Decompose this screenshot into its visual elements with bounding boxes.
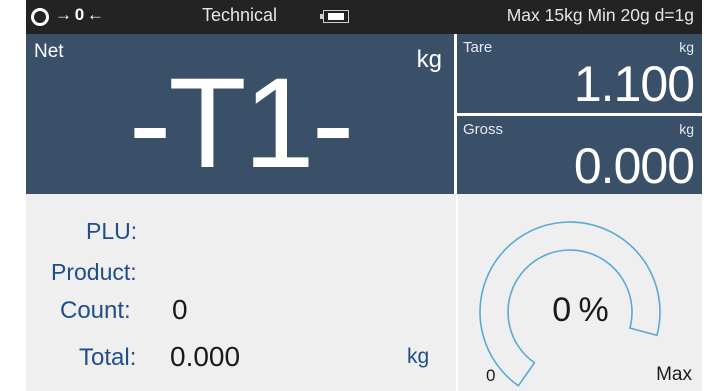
battery-icon [320,10,349,23]
total-label: Total: [79,344,137,371]
net-panel: Net kg -T1- [26,34,454,194]
gauge-percent: 0 % [552,291,609,329]
total-value: 0.000 [170,341,241,372]
zero-indicator: → 0 ← [55,5,104,24]
gauge-min-label: 0 [486,366,496,385]
count-value: 0 [172,294,188,325]
gauge-panel: 0 % 0 Max [458,194,702,391]
gross-unit: kg [679,121,694,137]
total-unit: kg [407,345,430,368]
gauge-max-label: Max [656,364,692,385]
tare-unit: kg [679,39,694,55]
capacity-info: Max 15kg Min 20g d=1g [506,5,694,25]
gross-value: 0.000 [573,138,695,194]
tare-value: 1.100 [573,56,695,112]
tare-panel: Tare kg 1.100 [457,34,702,113]
gross-label: Gross [463,121,504,138]
battery-level [328,13,344,20]
status-bar: → 0 ← Technical Max 15kg Min 20g d=1g [26,0,702,34]
info-panel: PLU: Product: Count: 0 Total: 0.000 kg [26,194,456,391]
tare-label: Tare [463,39,493,56]
gross-panel: Gross kg 0.000 [457,116,702,194]
circle-icon [31,8,49,26]
plu-label: PLU: [86,218,138,244]
count-label: Count: [60,297,131,324]
net-value: -T1- [128,52,355,195]
mode-label: Technical [202,5,278,25]
scale-display: → 0 ← Technical Max 15kg Min 20g d=1g Ne… [26,0,702,391]
product-label: Product: [51,259,137,285]
